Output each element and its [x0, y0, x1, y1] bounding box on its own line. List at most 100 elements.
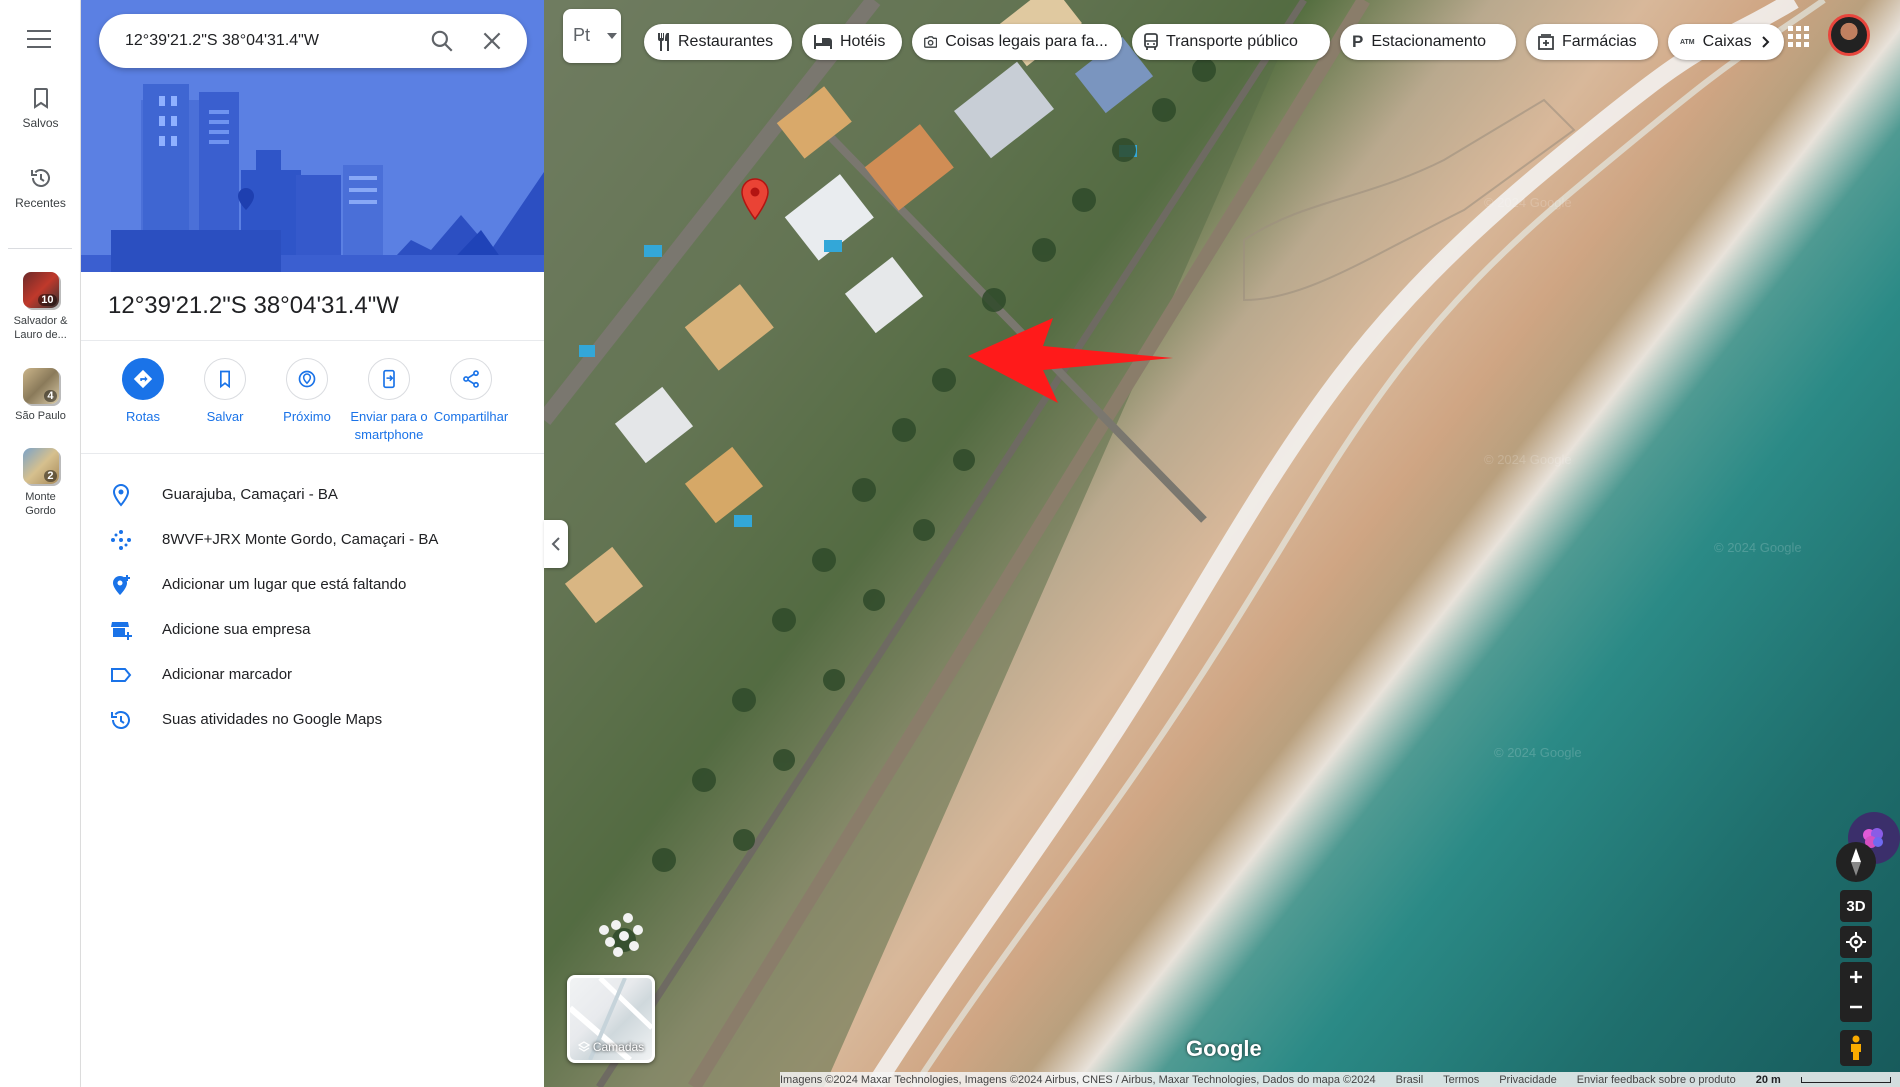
- watermark: © 2024 Google: [1714, 540, 1802, 555]
- feedback-link[interactable]: Enviar feedback sobre o produto: [1577, 1074, 1736, 1086]
- street-view-pegman[interactable]: [1840, 1030, 1872, 1066]
- rail-place-montegordo[interactable]: 2 Monte Gordo: [0, 448, 81, 518]
- activity-row[interactable]: Suas atividades no Google Maps: [81, 698, 544, 742]
- action-bar: Rotas Salvar Próximo Enviar para o smart…: [101, 358, 531, 448]
- share-button[interactable]: Compartilhar: [429, 358, 513, 426]
- place-label: Monte Gordo: [25, 491, 56, 517]
- chip-atm[interactable]: ATM Caixas: [1668, 24, 1784, 60]
- place-thumbnail: 4: [22, 368, 59, 404]
- search-box: [99, 14, 527, 68]
- left-rail: Salvos Recentes 10 Salvador & Lauro de..…: [0, 0, 81, 1087]
- bed-icon: [814, 35, 832, 49]
- send-to-phone-label: Enviar para o smartphone: [350, 409, 428, 442]
- nearby-label: Próximo: [283, 409, 331, 424]
- directions-button[interactable]: Rotas: [101, 358, 185, 426]
- chip-transit[interactable]: Transporte público: [1132, 24, 1330, 60]
- apps-grid-icon[interactable]: [1786, 24, 1810, 48]
- directions-label: Rotas: [126, 409, 160, 424]
- add-label-row[interactable]: Adicionar marcador: [81, 653, 544, 697]
- satellite-map[interactable]: © 2024 Google © 2024 Google © 2024 Googl…: [544, 0, 1900, 1087]
- place-label: São Paulo: [15, 410, 66, 422]
- terms-link[interactable]: Termos: [1443, 1074, 1479, 1086]
- bookmark-icon: [33, 88, 48, 109]
- location-pin-icon[interactable]: [740, 178, 770, 220]
- chip-hotels[interactable]: Hotéis: [802, 24, 902, 60]
- save-button[interactable]: Salvar: [183, 358, 267, 426]
- privacy-link[interactable]: Privacidade: [1499, 1074, 1556, 1086]
- add-business-row[interactable]: Adicione sua empresa: [81, 608, 544, 652]
- layers-label: Camadas: [570, 1040, 652, 1054]
- rail-place-salvador[interactable]: 10 Salvador & Lauro de...: [0, 272, 81, 342]
- history-icon: [111, 711, 130, 729]
- nearby-icon: [298, 370, 316, 388]
- share-label: Compartilhar: [433, 409, 509, 424]
- place-thumbnail: 10: [22, 272, 59, 308]
- chip-restaurants[interactable]: Restaurantes: [644, 24, 792, 60]
- send-to-phone-button[interactable]: Enviar para o smartphone: [347, 358, 431, 444]
- scale-label[interactable]: 20 m: [1756, 1074, 1781, 1086]
- chip-parking[interactable]: P Estacionamento: [1340, 24, 1516, 60]
- chip-label: Caixas: [1702, 33, 1752, 50]
- compass-button[interactable]: [1836, 842, 1876, 882]
- rail-recent[interactable]: Recentes: [0, 166, 81, 210]
- label-icon: [111, 668, 132, 682]
- avatar[interactable]: [1828, 14, 1870, 56]
- address-row[interactable]: Guarajuba, Camaçari - BA: [81, 473, 544, 517]
- chip-things-to-do[interactable]: Coisas legais para fa...: [912, 24, 1122, 60]
- plus-code-text: 8WVF+JRX Monte Gordo, Camaçari - BA: [162, 531, 439, 548]
- share-icon: [463, 370, 479, 388]
- place-title: 12°39'21.2"S 38°04'31.4"W: [108, 292, 399, 319]
- chip-pharmacies[interactable]: Farmácias: [1526, 24, 1658, 60]
- google-logo: Google: [1186, 1036, 1262, 1061]
- place-count: 10: [38, 294, 57, 306]
- plus-icon: [1850, 971, 1862, 983]
- add-place-row[interactable]: Adicionar um lugar que está faltando: [81, 563, 544, 607]
- input-tools-button[interactable]: Pt: [563, 9, 621, 63]
- rail-recent-label: Recentes: [15, 196, 66, 210]
- layers-button[interactable]: Camadas: [567, 975, 655, 1063]
- chip-label: Transporte público: [1166, 33, 1298, 50]
- watermark: © 2024 Google: [1484, 195, 1572, 210]
- add-label-text: Adicionar marcador: [162, 666, 293, 683]
- zoom-out-button[interactable]: [1849, 992, 1863, 1022]
- bookmark-icon: [220, 370, 230, 389]
- chip-label: Estacionamento: [1371, 33, 1487, 50]
- plus-code-row[interactable]: 8WVF+JRX Monte Gordo, Camaçari - BA: [81, 518, 544, 562]
- nearby-button[interactable]: Próximo: [265, 358, 349, 426]
- place-panel: 12°39'21.2"S 38°04'31.4"W Rotas Salvar P…: [81, 0, 544, 1087]
- rail-place-saopaulo[interactable]: 4 São Paulo: [0, 368, 81, 422]
- country-link[interactable]: Brasil: [1396, 1074, 1424, 1086]
- divider: [81, 340, 544, 341]
- zoom-in-button[interactable]: [1849, 962, 1863, 992]
- parking-icon: P: [1352, 32, 1364, 51]
- plus-code-icon: [111, 530, 131, 550]
- close-icon[interactable]: [479, 28, 505, 54]
- chevron-right-icon[interactable]: [1762, 36, 1770, 48]
- collapse-panel-button[interactable]: [544, 520, 568, 568]
- pharmacy-icon: [1538, 34, 1554, 50]
- search-input[interactable]: [125, 28, 405, 54]
- camera-icon: [924, 36, 938, 48]
- add-business-icon: [111, 622, 132, 640]
- menu-icon[interactable]: [27, 30, 51, 50]
- place-thumbnail: 2: [22, 448, 59, 484]
- search-icon[interactable]: [429, 28, 455, 54]
- add-place-text: Adicionar um lugar que está faltando: [162, 576, 407, 593]
- layers-icon: [577, 1041, 591, 1052]
- add-place-icon: [113, 575, 130, 595]
- rail-saved[interactable]: Salvos: [0, 86, 81, 130]
- chevron-left-icon: [551, 537, 560, 551]
- pegman-icon: [1851, 1035, 1861, 1060]
- tilt-3d-button[interactable]: 3D: [1840, 890, 1872, 922]
- atm-icon: ATM: [1680, 38, 1695, 46]
- zoom-control: [1840, 962, 1872, 1022]
- place-label: Salvador & Lauro de...: [13, 315, 68, 341]
- place-count: 4: [44, 390, 57, 402]
- divider: [81, 453, 544, 454]
- history-icon: [30, 169, 50, 187]
- chip-label: Hotéis: [840, 33, 886, 50]
- add-business-text: Adicione sua empresa: [162, 621, 311, 638]
- directions-icon: [133, 369, 153, 389]
- watermark: © 2024 Google: [1484, 452, 1572, 467]
- my-location-button[interactable]: [1840, 926, 1872, 958]
